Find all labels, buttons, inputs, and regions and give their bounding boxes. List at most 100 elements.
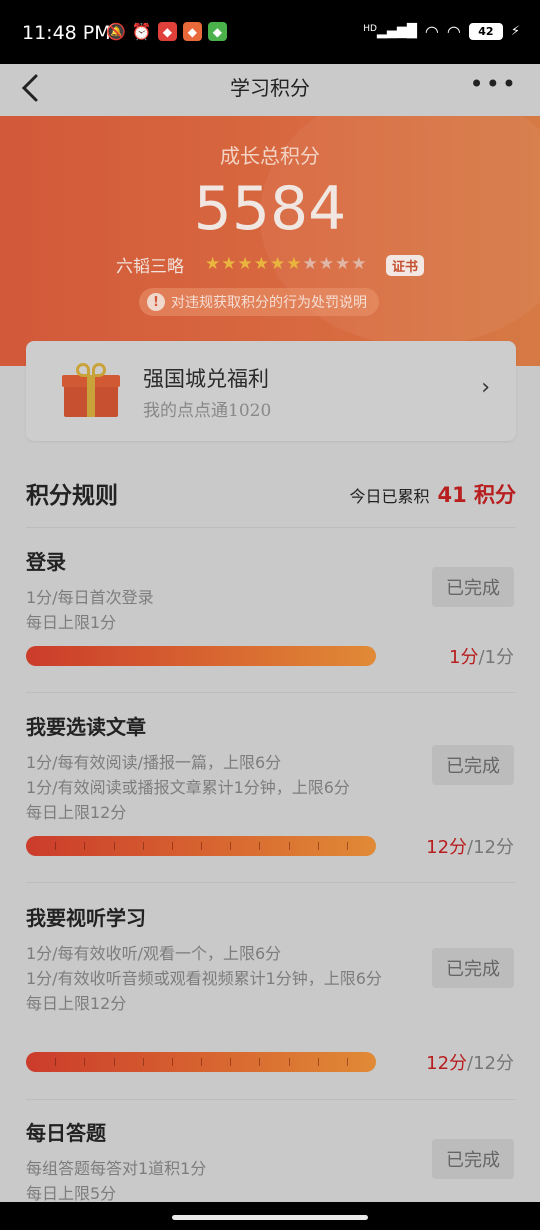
total-score-label: 成长总积分 <box>220 144 320 168</box>
rule-item-daily-quiz: 每日答题 每组答题每答对1道积1分 每日上限5分 已完成 <box>26 1117 516 1207</box>
star-filled-icon: ★ <box>286 254 302 274</box>
mute-icon: 🔕 <box>106 22 126 41</box>
rule-points: 12分/12分 <box>426 833 514 859</box>
progress-segment-tick <box>289 1058 290 1066</box>
rule-desc-line: 1分/每日首次登录 <box>26 588 154 607</box>
rule-desc-line: 1分/有效收听音频或观看视频累计1分钟，上限6分 <box>26 969 382 988</box>
rule-item-login: 登录 1分/每日首次登录 每日上限1分 已完成 1分/1分 <box>26 546 516 686</box>
app-notification-icon: ◆ <box>182 22 202 41</box>
warning-icon: ! <box>147 293 165 311</box>
star-filled-icon: ★ <box>237 254 253 274</box>
page-title: 学习积分 <box>230 76 310 100</box>
progress-segment-tick <box>172 842 173 850</box>
rule-points: 1分/1分 <box>449 643 514 669</box>
points-earned: 1分 <box>449 647 479 668</box>
benefits-subtitle: 我的点点通1020 <box>143 401 272 421</box>
total-score-value: 5584 <box>193 174 347 244</box>
star-empty-icon: ★ <box>302 254 318 274</box>
rule-title: 我要选读文章 <box>26 715 146 739</box>
gift-icon <box>62 361 120 417</box>
app-notification-icon: ◆ <box>207 22 227 41</box>
rules-title: 积分规则 <box>26 482 118 509</box>
divider <box>26 692 516 693</box>
progress-segment-tick <box>289 842 290 850</box>
points-earned: 12分 <box>426 1053 468 1074</box>
progress-segment-tick <box>259 842 260 850</box>
rule-item-reading: 我要选读文章 1分/每有效阅读/播报一篇，上限6分 1分/有效阅读或播报文章累计… <box>26 711 516 871</box>
completed-button[interactable]: 已完成 <box>432 745 514 785</box>
rule-desc-line: 1分/每有效收听/观看一个，上限6分 <box>26 944 282 963</box>
rule-title: 我要视听学习 <box>26 906 146 930</box>
today-points-value: 41 积分 <box>437 483 516 507</box>
progress-segment-tick <box>347 842 348 850</box>
today-points: 今日已累积 41 积分 <box>349 479 516 509</box>
points-limit: /12分 <box>467 1053 514 1074</box>
rule-desc-line: 每组答题每答对1道积1分 <box>26 1159 207 1178</box>
benefits-card[interactable]: 强国城兑福利 我的点点通1020 › <box>26 341 516 441</box>
progress-segment-tick <box>347 1058 348 1066</box>
star-filled-icon: ★ <box>205 254 221 274</box>
completed-button[interactable]: 已完成 <box>432 948 514 988</box>
penalty-notice-link[interactable]: ! 对违规获取积分的行为处罚说明 <box>139 288 379 316</box>
star-filled-icon: ★ <box>221 254 237 274</box>
rule-description: 1分/每有效收听/观看一个，上限6分 1分/有效收听音频或观看视频累计1分钟，上… <box>26 941 426 1016</box>
rule-points: 12分/12分 <box>426 1049 514 1075</box>
rule-description: 每组答题每答对1道积1分 每日上限5分 <box>26 1156 426 1206</box>
rank-stars: ★ ★ ★ ★ ★ ★ ★ ★ ★ ★ <box>205 254 367 274</box>
progress-segment-tick <box>172 1058 173 1066</box>
progress-segment-tick <box>318 842 319 850</box>
progress-segment-tick <box>259 1058 260 1066</box>
alarm-icon: ⏰ <box>131 22 152 41</box>
progress-bar <box>26 1052 376 1072</box>
progress-segment-tick <box>201 842 202 850</box>
star-filled-icon: ★ <box>253 254 269 274</box>
nav-bar: 学习积分 ••• <box>0 64 540 116</box>
battery-icon: 42 <box>468 23 503 40</box>
divider <box>26 527 516 528</box>
progress-segment-tick <box>114 1058 115 1066</box>
home-indicator-bar <box>0 1202 540 1230</box>
progress-segment-tick <box>55 1058 56 1066</box>
star-empty-icon: ★ <box>318 254 334 274</box>
home-indicator[interactable] <box>172 1215 368 1220</box>
progress-bar <box>26 836 376 856</box>
penalty-notice-text: 对违规获取积分的行为处罚说明 <box>171 295 367 311</box>
chevron-right-icon: › <box>481 375 490 400</box>
completed-button[interactable]: 已完成 <box>432 567 514 607</box>
rule-description: 1分/每日首次登录 每日上限1分 <box>26 585 426 635</box>
status-time: 11:48 PM <box>22 22 111 44</box>
status-right: HD▂▄▆█ ◠ ◠ 42 ⚡ <box>363 22 520 41</box>
rule-description: 1分/每有效阅读/播报一篇，上限6分 1分/有效阅读或播报文章累计1分钟，上限6… <box>26 750 426 825</box>
wifi-icon: ◠ <box>446 22 461 41</box>
progress-bar <box>26 646 376 666</box>
points-limit: /12分 <box>467 837 514 858</box>
progress-segment-tick <box>114 842 115 850</box>
progress-segment-tick <box>55 842 56 850</box>
rule-desc-line: 每日上限1分 <box>26 613 117 632</box>
star-empty-icon: ★ <box>351 254 367 274</box>
rule-desc-line: 1分/有效阅读或播报文章累计1分钟，上限6分 <box>26 778 350 797</box>
benefits-title: 强国城兑福利 <box>143 367 269 391</box>
more-menu-button[interactable]: ••• <box>470 70 518 98</box>
charging-icon: ⚡ <box>510 24 520 39</box>
star-empty-icon: ★ <box>335 254 351 274</box>
rule-desc-line: 每日上限12分 <box>26 803 127 822</box>
rule-desc-line: 1分/每有效阅读/播报一篇，上限6分 <box>26 753 282 772</box>
progress-segment-tick <box>201 1058 202 1066</box>
progress-segment-tick <box>84 1058 85 1066</box>
divider <box>26 882 516 883</box>
completed-button[interactable]: 已完成 <box>432 1139 514 1179</box>
points-limit: /1分 <box>478 647 514 668</box>
progress-segment-tick <box>230 842 231 850</box>
status-icons: 🔕 ⏰ ◆ ◆ ◆ <box>106 22 227 41</box>
score-header: 成长总积分 5584 六韬三略 ★ ★ ★ ★ ★ ★ ★ ★ ★ ★ 证书 ! 对违规获取积分的… <box>0 116 540 366</box>
rule-item-audiovisual: 我要视听学习 1分/每有效收听/观看一个，上限6分 1分/有效收听音频或观看视频… <box>26 902 516 1082</box>
progress-segment-tick <box>143 842 144 850</box>
progress-segment-tick <box>230 1058 231 1066</box>
progress-segment-tick <box>318 1058 319 1066</box>
rank-title: 六韬三略 <box>116 257 184 277</box>
divider <box>26 1099 516 1100</box>
progress-segment-tick <box>84 842 85 850</box>
certificate-badge[interactable]: 证书 <box>386 255 425 276</box>
star-filled-icon: ★ <box>270 254 286 274</box>
